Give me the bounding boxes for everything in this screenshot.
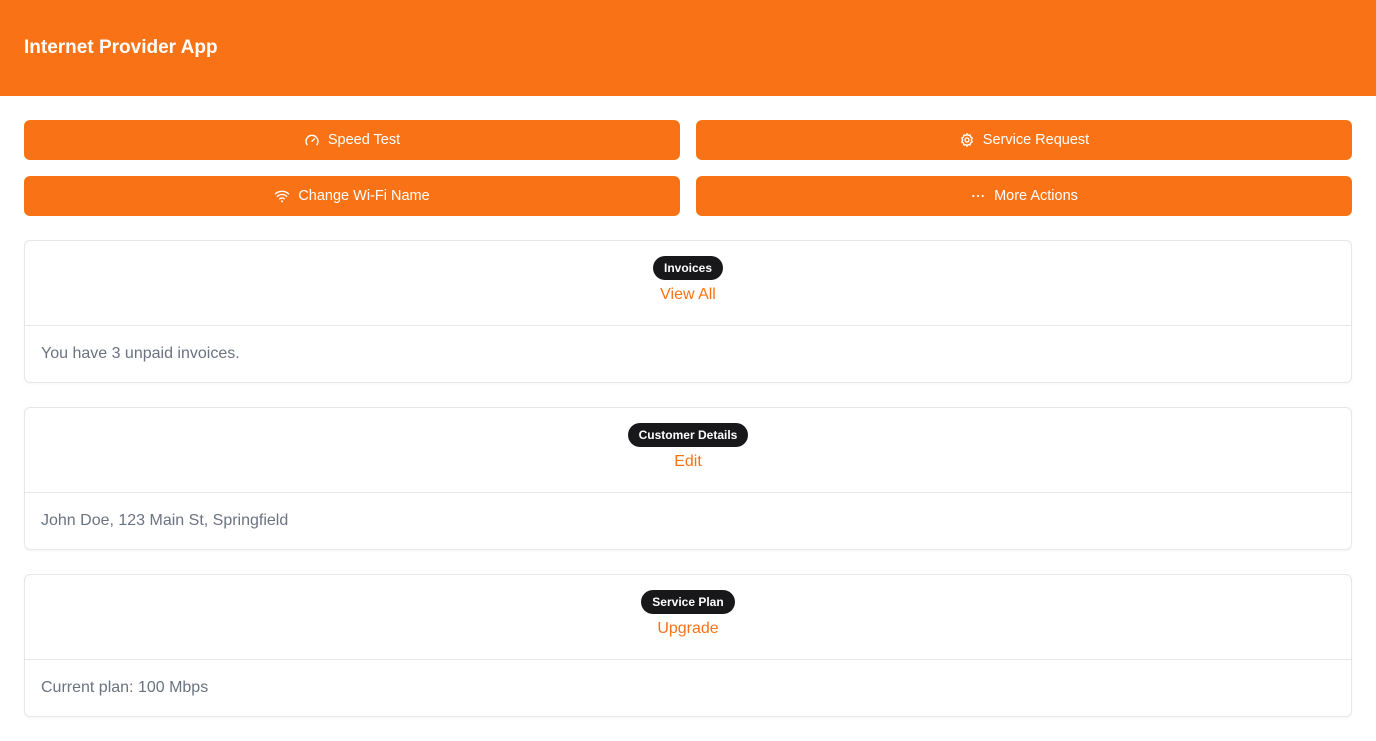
card-header: Invoices View All (25, 241, 1351, 326)
service-plan-card: Service Plan Upgrade Current plan: 100 M… (24, 574, 1352, 717)
invoices-summary: You have 3 unpaid invoices. (41, 345, 240, 362)
service-plan-badge: Service Plan (641, 590, 735, 614)
card-header: Service Plan Upgrade (25, 575, 1351, 660)
customer-details-text: John Doe, 123 Main St, Springfield (41, 512, 289, 529)
service-request-label: Service Request (982, 132, 1090, 148)
view-all-link[interactable]: View All (660, 286, 716, 304)
more-actions-button[interactable]: More Actions (696, 176, 1352, 216)
ellipsis-icon (970, 188, 986, 204)
quick-actions: Speed Test Service Request Change Wi-Fi … (0, 96, 1376, 216)
service-request-button[interactable]: Service Request (696, 120, 1352, 160)
change-wifi-name-label: Change Wi-Fi Name (298, 188, 430, 204)
current-plan-text: Current plan: 100 Mbps (41, 679, 209, 696)
customer-details-badge: Customer Details (627, 423, 749, 447)
speed-test-button[interactable]: Speed Test (24, 120, 680, 160)
speed-test-label: Speed Test (327, 132, 401, 148)
gear-icon (959, 132, 975, 148)
card-header: Customer Details Edit (25, 408, 1351, 493)
invoices-badge: Invoices (652, 256, 724, 280)
app-title: Internet Provider App (24, 37, 218, 58)
customer-details-card: Customer Details Edit John Doe, 123 Main… (24, 407, 1352, 550)
upgrade-link[interactable]: Upgrade (657, 620, 718, 638)
app-header: Internet Provider App (0, 0, 1376, 96)
gauge-icon (304, 132, 320, 148)
change-wifi-name-button[interactable]: Change Wi-Fi Name (24, 176, 680, 216)
wifi-icon (274, 188, 290, 204)
cards-section: Invoices View All You have 3 unpaid invo… (0, 216, 1376, 717)
more-actions-label: More Actions (994, 188, 1078, 204)
invoices-card: Invoices View All You have 3 unpaid invo… (24, 240, 1352, 383)
edit-link[interactable]: Edit (674, 453, 702, 471)
